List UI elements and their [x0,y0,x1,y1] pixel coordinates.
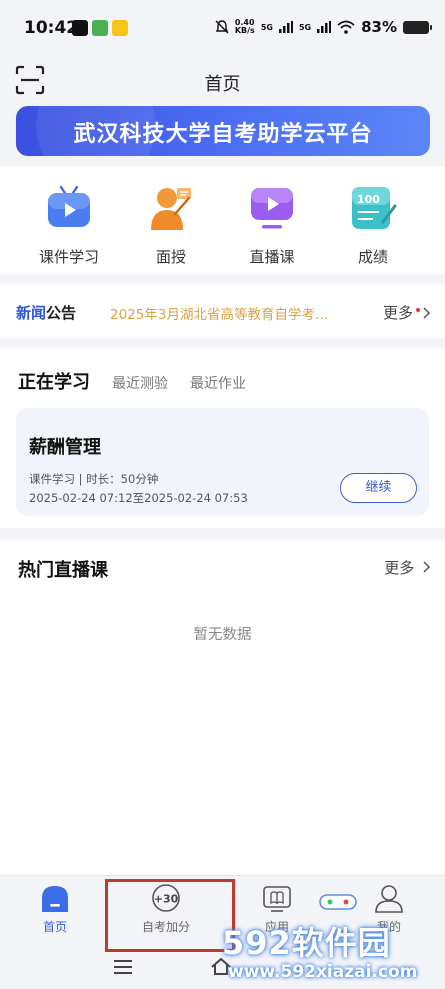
status-app-icons [72,20,128,36]
yellow-app-icon [112,20,128,36]
status-bar: 10:42 0.40 KB/s 5G 5G 83% [0,0,445,56]
watermark-logo: 592软件园 [222,924,391,962]
learning-section: 正在学习 最近测验 最近作业 薪酬管理 课件学习 | 时长：50分钟 2025-… [0,348,445,528]
quick-link-label: 面授 [155,248,186,266]
news-bar[interactable]: 新闻公告 2025年3月湖北省高等教育自学考… 更多 [0,284,445,338]
tv-icon [45,184,93,232]
app-header: 首页 [0,56,445,106]
unread-dot [416,307,420,312]
news-headline[interactable]: 2025年3月湖北省高等教育自学考… [110,303,348,323]
quick-link-label: 课件学习 [38,248,99,266]
signal-icon-2 [317,21,332,33]
nav-label: 首页 [42,920,67,934]
tab-recent-homework[interactable]: 最近作业 [190,373,246,393]
course-time: 2025-02-24 07:12至2025-02-24 07:53 [29,491,248,505]
user-icon [373,882,405,914]
net-speed-unit: KB/s [234,26,255,35]
quick-link-courseware[interactable]: 课件学习 [19,184,119,267]
signal-5g-label-1: 5G [260,22,273,32]
signal-icon-1 [278,21,293,33]
quick-link-faceteach[interactable]: 面授 [121,184,221,267]
section-gap [0,274,445,284]
quick-link-label: 直播课 [249,248,295,266]
news-tag-notice: 公告 [46,304,77,322]
continue-button[interactable]: 继续 [340,473,417,503]
gamepad-icon [319,894,357,910]
status-right: 0.40 KB/s 5G 5G 83% [215,18,432,36]
hot-live-title: 热门直播课 [18,560,108,581]
section-gap [0,528,445,540]
tab-studying[interactable]: 正在学习 [18,368,90,394]
svg-text:100: 100 [357,193,380,206]
news-more-label: 更多 [382,304,413,322]
banner-text: 武汉科技大学自考助学云平台 [73,122,373,147]
quick-link-label: 成绩 [357,248,388,266]
check-app-icon [92,20,108,36]
watermark-url: www.592xiazai.com [228,962,418,982]
news-tag: 新闻公告 [16,302,76,323]
tiktok-icon [72,20,88,36]
hot-live-more-link[interactable]: 更多 [384,557,431,578]
chevron-right-icon [423,306,431,319]
course-card[interactable]: 薪酬管理 课件学习 | 时长：50分钟 2025-02-24 07:12至202… [16,408,429,516]
hot-live-more-label: 更多 [384,559,415,577]
live-play-icon [248,184,296,232]
score-icon: 100 [349,184,397,232]
section-gap [0,338,445,348]
menu-icon[interactable] [113,959,133,975]
learning-tabs: 正在学习 最近测验 最近作业 [18,368,246,394]
battery-icon [403,20,432,34]
teacher-icon [147,184,195,232]
watermark: 592软件园 www.592xiazai.com [200,894,445,989]
empty-state: 暂无数据 [193,627,252,643]
hot-live-section: 热门直播课 更多 暂无数据 [0,540,445,875]
status-time: 10:42 [24,18,79,38]
news-tag-news: 新闻 [16,304,47,322]
course-title: 薪酬管理 [29,437,101,458]
signal-5g-label-2: 5G [298,22,312,32]
chevron-right-icon [423,561,431,573]
wifi-icon [337,20,355,34]
home-icon [39,882,71,914]
nav-home[interactable]: 首页 [15,882,95,935]
banner-area: 武汉科技大学自考助学云平台 [0,106,445,166]
mute-bell-icon [215,20,229,34]
quick-link-score[interactable]: 100 成绩 [323,184,423,267]
course-meta: 课件学习 | 时长：50分钟 [29,472,159,486]
quick-links: 课件学习 面授 直播课 100 成绩 [0,166,445,274]
page-title: 首页 [204,74,241,95]
book-icon [261,882,293,914]
battery-percent: 83% [361,18,397,36]
tab-recent-quiz[interactable]: 最近测验 [112,373,168,393]
platform-banner[interactable]: 武汉科技大学自考助学云平台 [16,106,430,156]
quick-link-live[interactable]: 直播课 [222,184,322,267]
news-more-link[interactable]: 更多 [383,302,431,323]
